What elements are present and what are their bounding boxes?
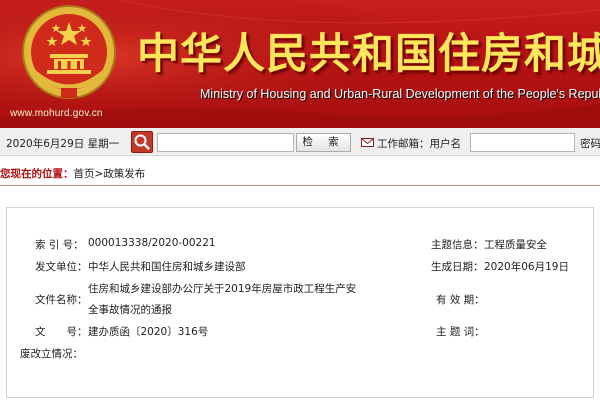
password-label: 密码 (580, 138, 600, 150)
index-number-value: 000013338/2020-00221 (88, 237, 216, 249)
issuer-value: 中华人民共和国住房和城乡建设部 (88, 261, 246, 273)
abolish-status-label: 废改立情况： (20, 348, 83, 360)
breadcrumb-separator: > (94, 168, 104, 180)
breadcrumb-home-link[interactable]: 首页 (74, 168, 95, 180)
site-url[interactable]: www.mohurd.gov.cn (10, 108, 103, 119)
site-banner: www.mohurd.gov.cn 中华人民共和国住房和城乡建设部 Minist… (0, 0, 600, 128)
index-number-label: 索 引 号： (35, 239, 84, 251)
generated-date-label: 生成日期： (431, 261, 484, 273)
document-number-label: 文 号： (35, 326, 88, 338)
subject-words-label: 主 题 词： (436, 326, 485, 338)
generated-date-value: 2020年06月19日 (484, 261, 569, 273)
site-title-english: Ministry of Housing and Urban-Rural Deve… (200, 87, 600, 101)
search-button[interactable]: 检 索 (296, 133, 351, 152)
issuer-label: 发文单位： (35, 261, 88, 273)
document-number-value: 建办质函〔2020〕316号 (88, 326, 209, 338)
topic-value: 工程质量安全 (484, 239, 547, 251)
username-input[interactable] (470, 133, 575, 152)
work-mail-username-label: 工作邮箱：用户名 (377, 138, 461, 150)
validity-label: 有 效 期： (436, 294, 485, 306)
current-date: 2020年6月29日 星期一 (6, 138, 120, 150)
topic-label: 主题信息： (431, 239, 484, 251)
site-title: 中华人民共和国住房和城乡建设部 (137, 29, 600, 78)
document-title-line1: 住房和城乡建设部办公厅关于2019年房屋市政工程生产安 (88, 283, 357, 295)
search-icon[interactable] (131, 131, 153, 153)
search-input[interactable] (157, 133, 294, 152)
national-emblem-icon[interactable] (14, 2, 124, 106)
breadcrumb-divider (0, 185, 600, 186)
breadcrumb-policy-link[interactable]: 政策发布 (103, 168, 145, 180)
envelope-icon (361, 138, 374, 147)
document-title-label: 文件名称： (35, 294, 88, 306)
breadcrumb-label: 您现在的位置： (0, 168, 74, 180)
document-title-line2: 全事故情况的通报 (88, 304, 172, 316)
breadcrumb: 您现在的位置：首页>政策发布 (0, 166, 145, 182)
